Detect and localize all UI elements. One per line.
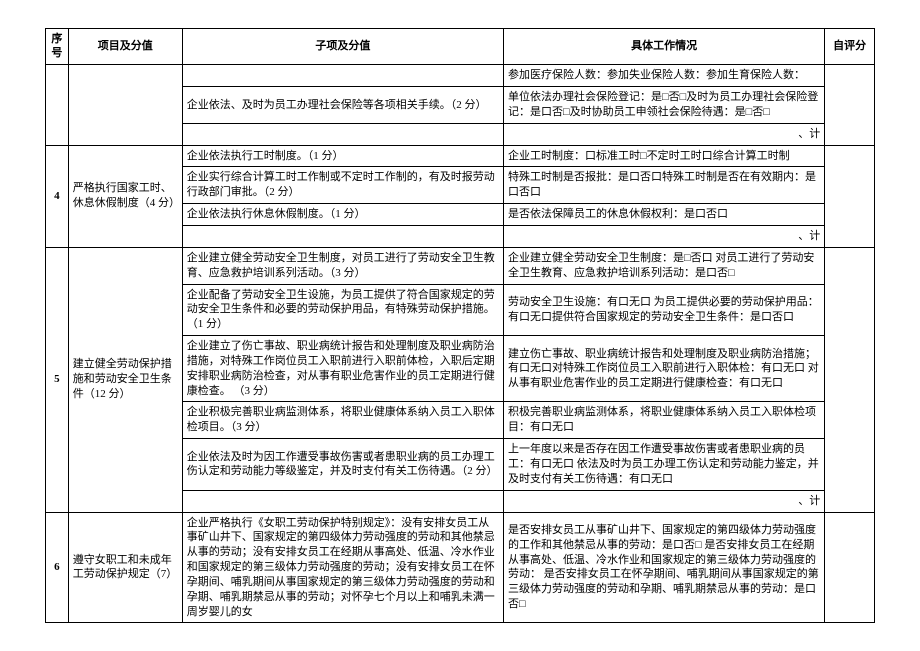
cell-detail: 劳动安全卫生设施：有口无口 为员工提供必要的劳动保护用品：有口无口提供符合国家规… xyxy=(504,284,825,336)
cell-detail: 企业工时制度：口标准工时□不定时工时口综合计算工时制 xyxy=(504,145,825,167)
h-detail: 具体工作情况 xyxy=(504,28,825,65)
cell-sum: 、计 xyxy=(504,123,825,145)
cell-sub: 企业积极完善职业病监测体系，将职业健康体系纳入员工入职体检项目。（3 分） xyxy=(182,402,503,439)
cell-detail: 上一年度以来是否存在因工作遭受事故伤害或者患职业病的员工：有口无口 依法及时为员… xyxy=(504,439,825,491)
cell-project: 遵守女职工和未成年工劳动保护规定（7） xyxy=(68,512,182,623)
table-row: 参加医疗保险人数：参加失业保险人数：参加生育保险人数： xyxy=(46,65,875,87)
cell-index: 6 xyxy=(46,512,69,623)
cell-detail: 建立伤亡事故、职业病统计报告和处理制度及职业病防治措施；有口无口对特殊工作岗位员… xyxy=(504,336,825,402)
h-subitem: 子项及分值 xyxy=(182,28,503,65)
cell-detail: 是否安排女员工从事矿山井下、国家规定的第四级体力劳动强度的工作和其他禁忌从事的劳… xyxy=(504,512,825,623)
cell-project: 建立健全劳动保护措施和劳动安全卫生条件（12 分） xyxy=(68,247,182,512)
cell-detail: 是否依法保障员工的休息休假权利：是口否口 xyxy=(504,204,825,226)
cell-detail: 特殊工时制是否报批：是口否口特殊工时制是否在有效期内：是口否口 xyxy=(504,167,825,204)
cell-sum: 、计 xyxy=(504,226,825,248)
cell-project: 严格执行国家工时、休息休假制度（4 分） xyxy=(68,145,182,247)
h-index: 序号 xyxy=(46,28,69,65)
header-row: 序号 项目及分值 子项及分值 具体工作情况 自评分 xyxy=(46,28,875,65)
cell-score xyxy=(825,512,875,623)
table-row: 6 遵守女职工和未成年工劳动保护规定（7） 企业严格执行《女职工劳动保护特别规定… xyxy=(46,512,875,623)
cell-score xyxy=(825,247,875,512)
cell-sub: 企业依法执行休息休假制度。（1 分） xyxy=(182,204,503,226)
cell-sub: 企业配备了劳动安全卫生设施，为员工提供了符合国家规定的劳动安全卫生条件和必要的劳… xyxy=(182,284,503,336)
cell-detail: 企业建立健全劳动安全卫生制度：是□否口 对员工进行了劳动安全卫生教育、应急救护培… xyxy=(504,247,825,284)
cell-sub: 企业严格执行《女职工劳动保护特别规定》：没有安排女员工从事矿山井下、国家规定的第… xyxy=(182,512,503,623)
cell-sub: 企业建立健全劳动安全卫生制度，对员工进行了劳动安全卫生教育、应急救护培训系列活动… xyxy=(182,247,503,284)
cell-detail: 单位依法办理社会保险登记：是□否□及时为员工办理社会保险登记：是口否□及时协助员… xyxy=(504,87,825,124)
cell-index: 4 xyxy=(46,145,69,247)
cell-index: 5 xyxy=(46,247,69,512)
cell-detail: 积极完善职业病监测体系，将职业健康体系纳入员工入职体检项目：有口无口 xyxy=(504,402,825,439)
cell-score xyxy=(825,145,875,247)
cell-sum: 、计 xyxy=(504,490,825,512)
cell-sub: 企业实行综合计算工时工作制或不定时工作制的，有及时报劳动行政部门审批。（2 分） xyxy=(182,167,503,204)
cell-sub: 企业建立了伤亡事故、职业病统计报告和处理制度及职业病防治措施，对特殊工作岗位员工… xyxy=(182,336,503,402)
h-score: 自评分 xyxy=(825,28,875,65)
cell-sub: 企业依法及时为因工作遭受事故伤害或者患职业病的员工办理工伤认定和劳动能力等级鉴定… xyxy=(182,439,503,491)
h-project: 项目及分值 xyxy=(68,28,182,65)
table-row: 5 建立健全劳动保护措施和劳动安全卫生条件（12 分） 企业建立健全劳动安全卫生… xyxy=(46,247,875,284)
table-row: 4 严格执行国家工时、休息休假制度（4 分） 企业依法执行工时制度。（1 分） … xyxy=(46,145,875,167)
cell-sub: 企业依法执行工时制度。（1 分） xyxy=(182,145,503,167)
cell-sub: 企业依法、及时为员工办理社会保险等各项相关手续。（2 分） xyxy=(182,87,503,124)
cell-detail: 参加医疗保险人数：参加失业保险人数：参加生育保险人数： xyxy=(504,65,825,87)
evaluation-table: 序号 项目及分值 子项及分值 具体工作情况 自评分 参加医疗保险人数：参加失业保… xyxy=(45,28,875,624)
